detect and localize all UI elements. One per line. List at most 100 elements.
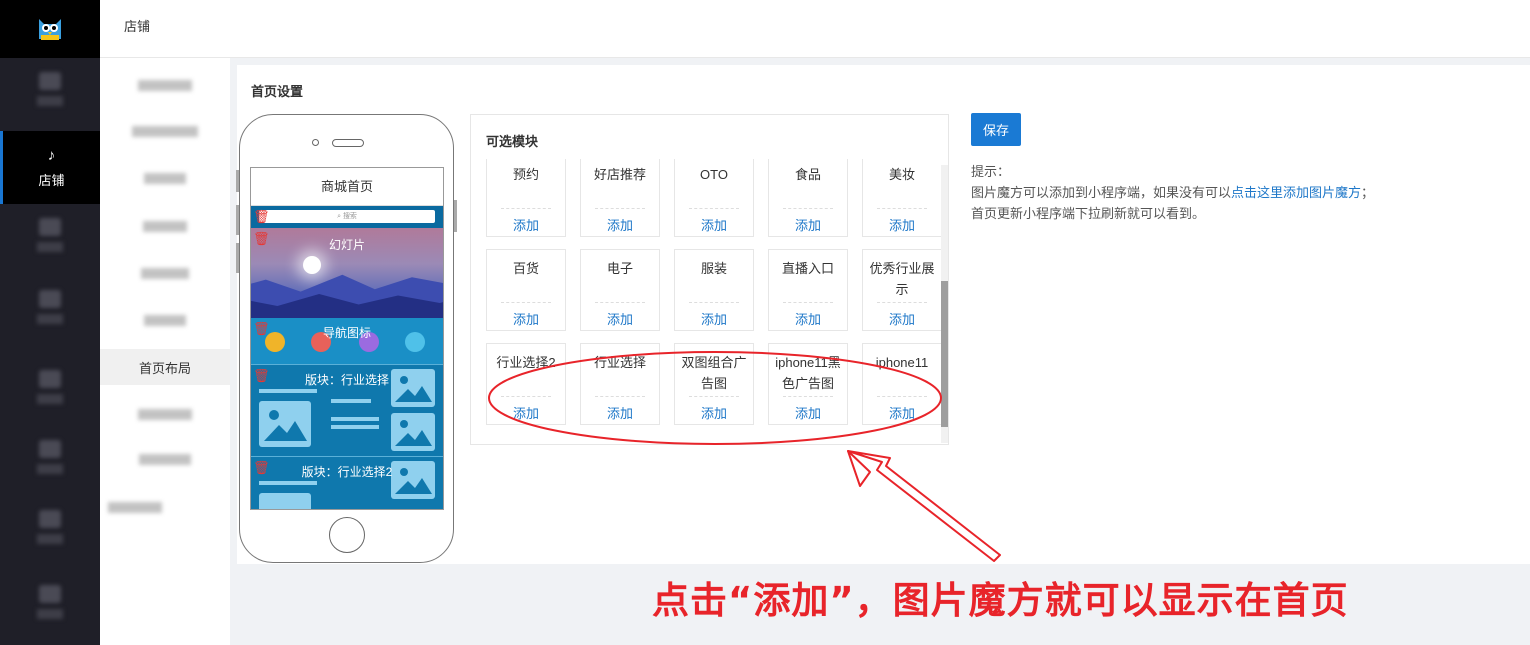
module-card: 双图组合广告图 添加: [674, 343, 754, 425]
tips-text: ；: [1361, 185, 1375, 200]
search-placeholder: 搜索: [342, 213, 357, 220]
phone-side-button: [236, 243, 239, 273]
module-divider: [783, 302, 833, 303]
module-divider: [501, 208, 551, 209]
app-logo[interactable]: [0, 0, 100, 58]
trash-icon[interactable]: 🗑: [253, 210, 270, 223]
industry-block-2-module[interactable]: 版块：行业选择2 🗑: [251, 456, 443, 509]
add-module-button[interactable]: 添加: [863, 403, 941, 422]
rail-item-5[interactable]: [0, 370, 100, 404]
tips-line-1: 图片魔方可以添加到小程序端，如果没有可以点击这里添加图片魔方；: [971, 182, 1374, 203]
search-module[interactable]: ⌕ 搜索 🗑: [251, 206, 443, 228]
module-name: 食品: [794, 167, 821, 182]
annotation-caption: 点击“添加”，图片魔方就可以显示在首页: [652, 579, 1349, 622]
module-card: 服装 添加: [674, 249, 754, 331]
slideshow-label: 幻灯片: [328, 238, 365, 252]
panel-title: 可选模块: [486, 134, 539, 149]
home-settings-card: 首页设置 商城首页 ⌕ 搜索 🗑 幻灯片 🗑 导航图标 🗑 版块：行业选择 🗑 …: [236, 65, 1530, 564]
nav-icons-module[interactable]: 导航图标 🗑: [251, 318, 443, 364]
sub-menu-item[interactable]: [100, 441, 230, 477]
add-module-button[interactable]: 添加: [769, 403, 847, 422]
module-divider: [689, 302, 739, 303]
phone-side-button: [454, 200, 457, 232]
rail-item-store[interactable]: ♪ 店铺: [0, 131, 100, 204]
add-module-button[interactable]: 添加: [487, 215, 565, 234]
trash-icon[interactable]: 🗑: [253, 322, 270, 335]
add-module-button[interactable]: 添加: [581, 215, 659, 234]
add-module-button[interactable]: 添加: [863, 215, 941, 234]
module-name: 百货: [512, 261, 539, 276]
trash-icon[interactable]: 🗑: [253, 369, 270, 382]
phone-screen: 商城首页 ⌕ 搜索 🗑 幻灯片 🗑 导航图标 🗑 版块：行业选择 🗑 版块：行业…: [250, 167, 444, 510]
module-card: OTO 添加: [674, 159, 754, 237]
sub-menu-item[interactable]: [100, 208, 230, 244]
rail-item-store-label: 店铺: [38, 172, 65, 188]
rail-item-1[interactable]: [0, 72, 100, 106]
module-card: 电子 添加: [580, 249, 660, 331]
scrollbar-thumb[interactable]: [941, 281, 948, 427]
module-divider: [595, 396, 645, 397]
add-module-button[interactable]: 添加: [581, 403, 659, 422]
tips-text: 图片魔方可以添加到小程序端，如果没有可以: [971, 185, 1232, 200]
sub-menu-item[interactable]: [100, 302, 230, 338]
add-module-button[interactable]: 添加: [675, 215, 753, 234]
module-card: 食品 添加: [768, 159, 848, 237]
phone-side-button: [236, 205, 239, 235]
rail-item-4[interactable]: [0, 290, 100, 324]
sub-menu-item-home-layout[interactable]: 首页布局: [100, 349, 230, 385]
module-card: 行业选择 添加: [580, 343, 660, 425]
module-divider: [595, 302, 645, 303]
module-divider: [595, 208, 645, 209]
module-card: 优秀行业展示 添加: [862, 249, 941, 331]
module-card: iphone11黑色广告图 添加: [768, 343, 848, 425]
module-name: 行业选择2: [496, 355, 556, 370]
trash-icon[interactable]: 🗑: [253, 232, 270, 245]
add-image-cube-link[interactable]: 点击这里添加图片魔方: [1231, 185, 1361, 200]
rail-item-7[interactable]: [0, 510, 100, 544]
module-card: iphone11 添加: [862, 343, 941, 425]
module-grid: 预约 添加 好店推荐 添加 OTO 添加 食品 添加 美妆 添加 百货 添加 电子 添加 服装 添加 直播入口添…: [471, 159, 941, 431]
sub-menu: 首页布局: [100, 58, 230, 645]
sub-menu-item[interactable]: [100, 489, 230, 525]
module-name: 行业选择: [593, 355, 646, 370]
top-bar: 店铺: [100, 0, 1530, 58]
rail-item-6[interactable]: [0, 440, 100, 474]
add-module-button[interactable]: 添加: [769, 309, 847, 328]
tiktok-icon: ♪: [47, 146, 56, 164]
phone-home-button: [329, 517, 365, 553]
add-module-button[interactable]: 添加: [487, 403, 565, 422]
industry-block-module[interactable]: 版块：行业选择 🗑: [251, 364, 443, 456]
module-divider: [689, 396, 739, 397]
trash-icon[interactable]: 🗑: [253, 461, 270, 474]
sub-menu-item[interactable]: [100, 113, 230, 149]
sub-menu-item[interactable]: [100, 396, 230, 432]
module-name: 双图组合广告图: [681, 355, 747, 391]
phone-side-button: [236, 170, 239, 192]
module-divider: [783, 208, 833, 209]
add-module-button[interactable]: 添加: [675, 403, 753, 422]
sub-menu-item[interactable]: [100, 160, 230, 196]
save-button[interactable]: 保存: [971, 113, 1021, 146]
module-name: 预约: [512, 167, 539, 182]
module-name: 好店推荐: [593, 167, 646, 182]
block-label: 版块：行业选择: [304, 373, 389, 387]
add-module-button[interactable]: 添加: [487, 309, 565, 328]
phone-preview: 商城首页 ⌕ 搜索 🗑 幻灯片 🗑 导航图标 🗑 版块：行业选择 🗑 版块：行业…: [236, 114, 457, 563]
camera-dot: [312, 139, 319, 146]
add-module-button[interactable]: 添加: [769, 215, 847, 234]
add-module-button[interactable]: 添加: [863, 309, 941, 328]
add-module-button[interactable]: 添加: [675, 309, 753, 328]
rail-item-8[interactable]: [0, 585, 100, 619]
rail-item-3[interactable]: [0, 218, 100, 252]
slideshow-module[interactable]: 幻灯片 🗑: [251, 228, 443, 318]
sub-menu-item[interactable]: [100, 255, 230, 291]
speaker-grille: [332, 139, 364, 147]
search-input[interactable]: ⌕ 搜索: [259, 210, 435, 223]
image-placeholder-icon: [259, 401, 311, 447]
module-name: 直播入口: [781, 261, 834, 276]
module-divider: [783, 396, 833, 397]
nav-icons-label: 导航图标: [322, 326, 371, 340]
sub-menu-item[interactable]: [100, 67, 230, 103]
module-name: iphone11: [875, 355, 929, 370]
add-module-button[interactable]: 添加: [581, 309, 659, 328]
